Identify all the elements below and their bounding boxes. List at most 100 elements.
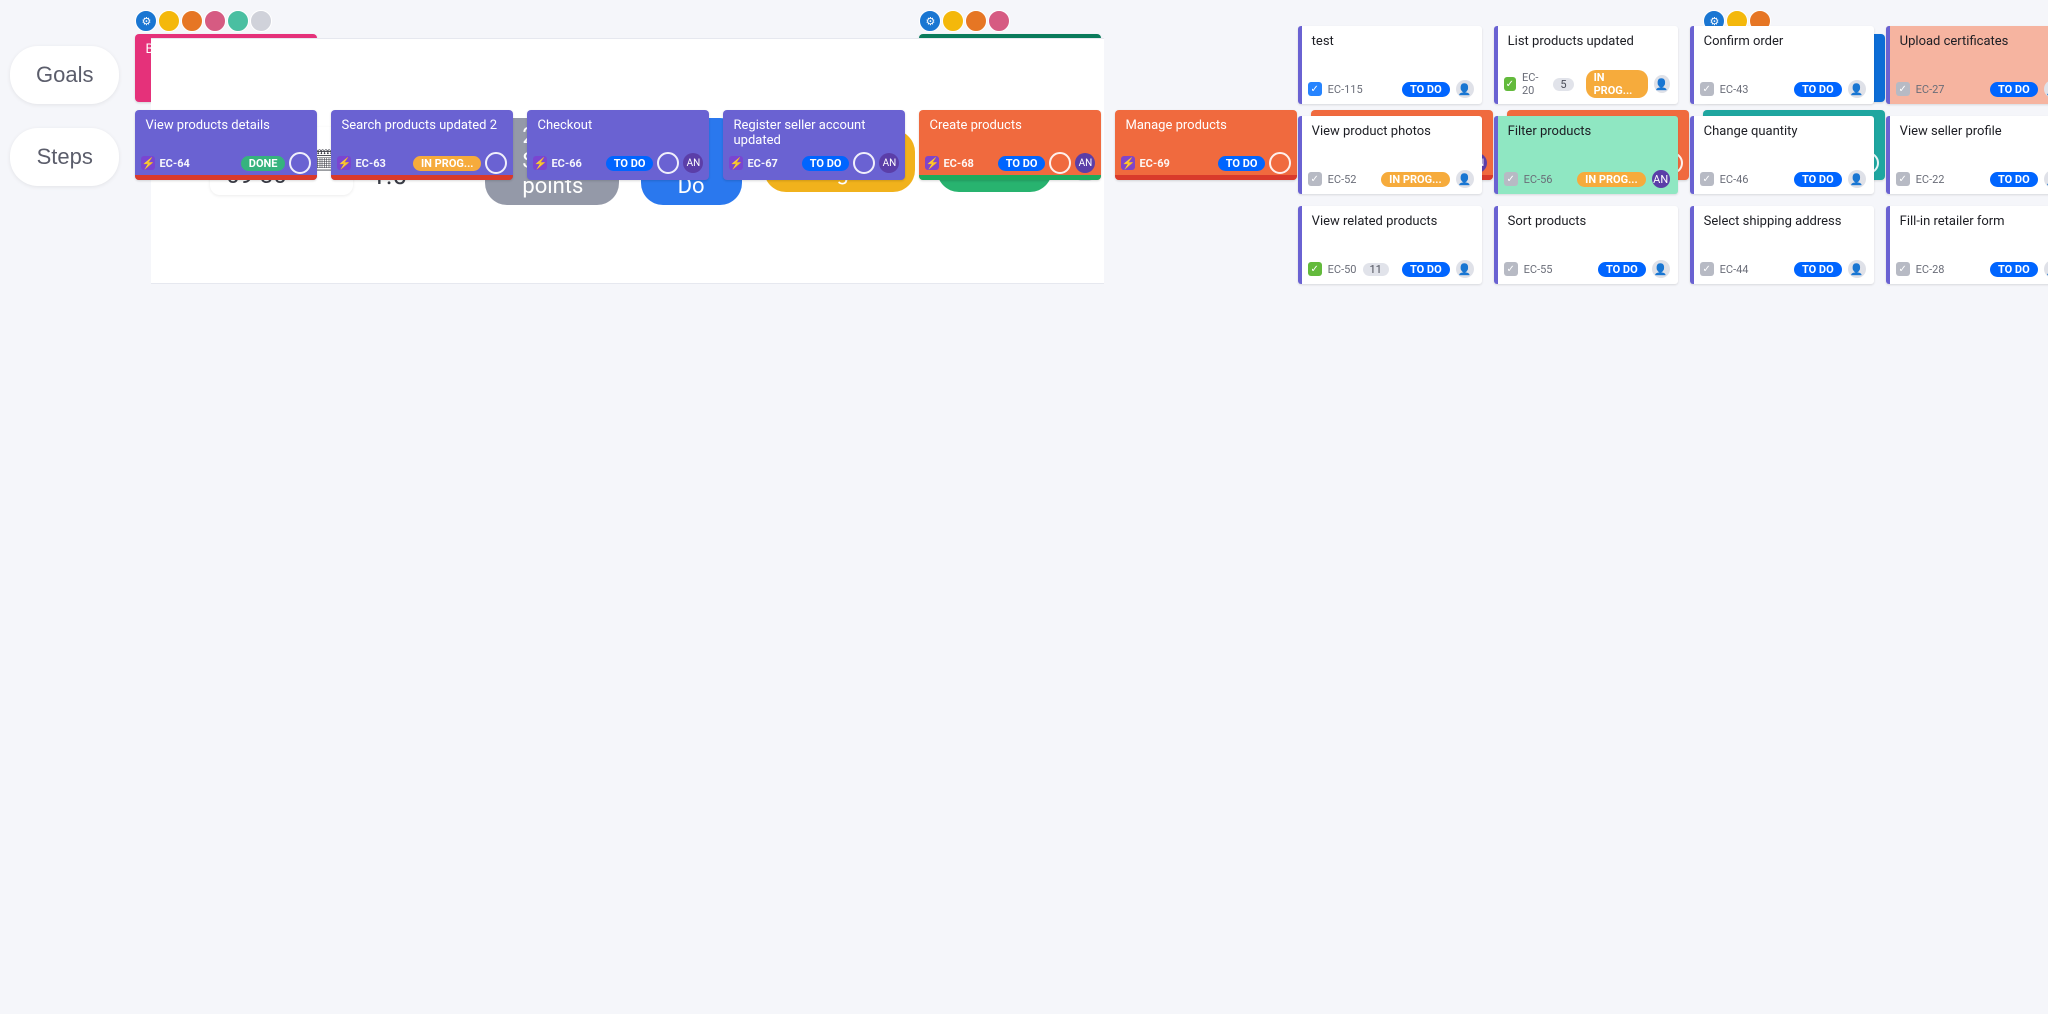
step-title: Manage products <box>1125 118 1287 133</box>
story-id: EC-27 <box>1916 83 1945 96</box>
ring-icon <box>1269 152 1291 174</box>
status-pill: TO DO <box>1402 262 1450 277</box>
status-pill: TO DO <box>802 156 850 171</box>
step-card[interactable]: Create products ⚡EC-68 TO DO AN <box>919 110 1101 180</box>
story-id: EC-22 <box>1916 173 1945 186</box>
story-title: test <box>1312 34 1472 49</box>
status-pill: TO DO <box>1794 172 1842 187</box>
story-id: EC-28 <box>1916 263 1945 276</box>
step-card[interactable]: View products details ⚡EC-64 DONE <box>135 110 317 180</box>
story-card[interactable]: Change quantity ✓ EC-46 TO DO 👤 <box>1690 116 1874 194</box>
assignee-chip: AN <box>1652 170 1670 188</box>
avatar-cluster: ⚙ <box>919 10 1101 32</box>
story-id: EC-55 <box>1524 263 1553 276</box>
story-card[interactable]: Select shipping address ✓ EC-44 TO DO 👤 <box>1690 206 1874 284</box>
story-card[interactable]: View seller profile ✓ EC-22 TO DO 👤 <box>1886 116 2048 194</box>
story-id: EC-52 <box>1328 173 1357 186</box>
status-pill: TO DO <box>1598 262 1646 277</box>
story-points: 5 <box>1553 78 1573 91</box>
story-title: List products updated <box>1508 34 1668 49</box>
status-pill: TO DO <box>1990 82 2038 97</box>
avatar-icon: ⚙ <box>135 10 157 32</box>
status-pill: DONE <box>241 156 286 171</box>
story-id: EC-43 <box>1720 83 1749 96</box>
issue-type-icon: ✓ <box>1308 172 1322 186</box>
status-pill: IN PROG... <box>1586 70 1648 98</box>
step-card[interactable]: Register seller account updated ⚡EC-67 T… <box>723 110 905 180</box>
story-card[interactable]: Filter products ✓ EC-56 IN PROG... AN <box>1494 116 1678 194</box>
assignee-chip: 👤 <box>1848 80 1866 98</box>
story-title: Select shipping address <box>1704 214 1864 229</box>
assignee-chip: 👤 <box>1848 260 1866 278</box>
status-pill: TO DO <box>1990 172 2038 187</box>
assignee-chip: 👤 <box>2044 80 2048 98</box>
assignee-chip: 👤 <box>2044 260 2048 278</box>
ring-icon <box>657 152 679 174</box>
step-title: Register seller account updated <box>733 118 895 148</box>
assignee-chip: 👤 <box>1456 260 1474 278</box>
step-id: ⚡EC-64 <box>141 156 189 170</box>
issue-type-icon: ✓ <box>1700 262 1714 276</box>
story-title: View seller profile <box>1900 124 2048 139</box>
issue-type-icon: ✓ <box>1896 262 1910 276</box>
assignee-chip: 👤 <box>2044 170 2048 188</box>
issue-type-icon: ✓ <box>1700 172 1714 186</box>
status-pill: IN PROG... <box>1577 172 1646 187</box>
ring-icon <box>289 152 311 174</box>
step-id: ⚡EC-67 <box>729 156 777 170</box>
story-card[interactable]: Sort products ✓ EC-55 TO DO 👤 <box>1494 206 1678 284</box>
issue-type-icon: ✓ <box>1504 77 1516 91</box>
story-id: EC-115 <box>1328 83 1363 96</box>
step-card[interactable]: Search products updated 2 ⚡EC-63 IN PROG… <box>331 110 513 180</box>
story-card[interactable]: test ✓ EC-115 TO DO 👤 <box>1298 26 1482 104</box>
issue-type-icon: ✓ <box>1896 172 1910 186</box>
step-card[interactable]: Manage products ⚡EC-69 TO DO <box>1115 110 1297 180</box>
assignee-chip: AN <box>1075 153 1095 173</box>
ring-icon <box>853 152 875 174</box>
avatar-icon <box>988 10 1010 32</box>
status-pill: TO DO <box>1794 82 1842 97</box>
story-title: Fill-in retailer form <box>1900 214 2048 229</box>
status-pill: IN PROG... <box>1381 172 1450 187</box>
step-id: ⚡EC-69 <box>1121 156 1169 170</box>
step-title: Create products <box>929 118 1091 133</box>
status-pill: TO DO <box>1402 82 1450 97</box>
step-card[interactable]: Checkout ⚡EC-66 TO DO AN <box>527 110 709 180</box>
story-card[interactable]: Upload certificates ✓ EC-27 TO DO 👤 <box>1886 26 2048 104</box>
story-title: View related products <box>1312 214 1472 229</box>
avatar-icon <box>942 10 964 32</box>
story-card[interactable]: Confirm order ✓ EC-43 TO DO 👤 <box>1690 26 1874 104</box>
story-id: EC-20 <box>1522 71 1547 97</box>
avatar-icon <box>965 10 987 32</box>
issue-type-icon: ✓ <box>1504 262 1518 276</box>
goals-button[interactable]: Goals <box>10 46 119 104</box>
step-title: Checkout <box>537 118 699 133</box>
assignee-chip: AN <box>683 153 703 173</box>
step-id: ⚡EC-63 <box>337 156 385 170</box>
story-id: EC-44 <box>1720 263 1749 276</box>
story-title: Filter products <box>1508 124 1668 139</box>
story-card[interactable]: List products updated ✓ EC-20 5 IN PROG.… <box>1494 26 1678 104</box>
status-pill: IN PROG... <box>413 156 482 171</box>
avatar-cluster: ⚙ <box>135 10 317 32</box>
status-pill: TO DO <box>998 156 1046 171</box>
avatar-icon <box>204 10 226 32</box>
story-card[interactable]: View related products ✓ EC-50 11 TO DO 👤 <box>1298 206 1482 284</box>
story-title: Change quantity <box>1704 124 1864 139</box>
issue-type-icon: ✓ <box>1308 262 1322 276</box>
status-pill: TO DO <box>1218 156 1266 171</box>
story-points: 11 <box>1363 263 1389 276</box>
story-card[interactable]: Fill-in retailer form ✓ EC-28 TO DO 👤 <box>1886 206 2048 284</box>
avatar-icon: ⚙ <box>919 10 941 32</box>
story-title: Sort products <box>1508 214 1668 229</box>
story-card[interactable]: View product photos ✓ EC-52 IN PROG... 👤 <box>1298 116 1482 194</box>
assignee-chip: AN <box>879 153 899 173</box>
story-title: Confirm order <box>1704 34 1864 49</box>
assignee-chip: 👤 <box>1456 170 1474 188</box>
assignee-chip: 👤 <box>1848 170 1866 188</box>
story-title: Upload certificates <box>1900 34 2048 49</box>
story-id: EC-46 <box>1720 173 1749 186</box>
avatar-icon <box>227 10 249 32</box>
steps-button[interactable]: Steps <box>10 128 119 186</box>
story-id: EC-50 <box>1328 263 1357 276</box>
